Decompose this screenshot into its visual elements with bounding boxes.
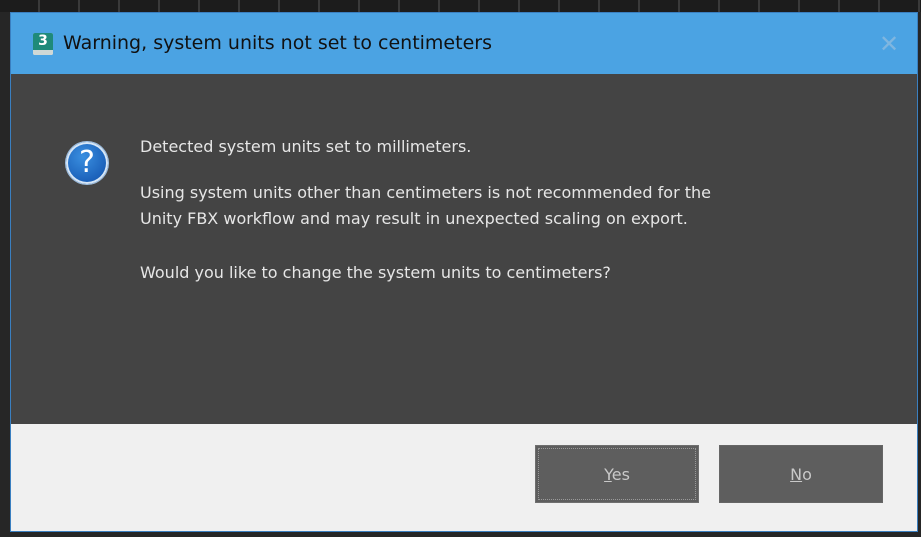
- message-warning-line-1: Using system units other than centimeter…: [140, 183, 711, 202]
- message-warning-line-2: Unity FBX workflow and may result in une…: [140, 209, 688, 228]
- background-ruler: [0, 0, 921, 12]
- message-question: Would you like to change the system unit…: [140, 263, 611, 282]
- dialog-footer: Yes No: [11, 424, 917, 531]
- app-icon-glyph: 3: [33, 33, 53, 50]
- yes-button[interactable]: Yes: [535, 445, 699, 503]
- app-icon-base: [33, 50, 53, 55]
- no-label-rest: o: [802, 465, 812, 484]
- no-mnemonic: N: [790, 465, 803, 484]
- yes-label-rest: es: [611, 465, 630, 484]
- yes-mnemonic: Y: [604, 465, 612, 484]
- question-icon: ?: [66, 142, 108, 184]
- 3ds-max-icon: 3: [33, 33, 53, 55]
- dialog-titlebar[interactable]: 3 Warning, system units not set to centi…: [11, 13, 917, 74]
- warning-dialog: 3 Warning, system units not set to centi…: [10, 12, 918, 532]
- message-detected: Detected system units set to millimeters…: [140, 137, 472, 156]
- dialog-title: Warning, system units not set to centime…: [63, 32, 492, 54]
- no-button[interactable]: No: [719, 445, 883, 503]
- close-icon[interactable]: ✕: [875, 30, 903, 58]
- dialog-content: ? Detected system units set to millimete…: [11, 74, 917, 424]
